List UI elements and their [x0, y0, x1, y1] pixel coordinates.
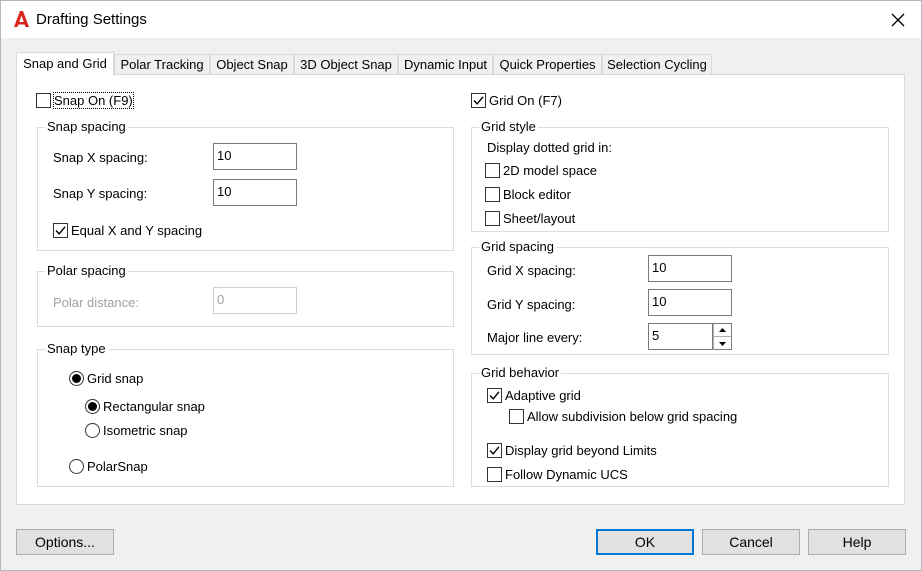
checkmark-icon: [489, 446, 500, 455]
grid-x-label: Grid X spacing:: [487, 263, 576, 278]
snap-spacing-title: Snap spacing: [45, 119, 128, 134]
spin-up-button[interactable]: [713, 324, 731, 337]
follow-dynamic-ucs-label: Follow Dynamic UCS: [505, 467, 628, 482]
grid-on-label: Grid On (F7): [489, 93, 562, 108]
snap-on-label: Snap On (F9): [53, 92, 134, 109]
model-space-checkbox[interactable]: 2D model space: [485, 163, 597, 178]
snap-x-label: Snap X spacing:: [53, 150, 148, 165]
equal-xy-checkbox-box: [53, 223, 68, 238]
model-space-checkbox-box: [485, 163, 500, 178]
rectangular-snap-label: Rectangular snap: [103, 399, 205, 414]
snap-on-checkbox-box: [36, 93, 51, 108]
window-title: Drafting Settings: [36, 11, 147, 28]
close-icon: [891, 13, 905, 27]
equal-xy-label: Equal X and Y spacing: [71, 223, 203, 238]
tab-quick-properties[interactable]: Quick Properties: [493, 54, 602, 75]
grid-on-checkbox[interactable]: Grid On (F7): [471, 93, 562, 108]
equal-xy-checkbox[interactable]: Equal X and Y spacing: [53, 223, 202, 238]
polarsnap-radio-circle: [69, 459, 84, 474]
major-line-spinner[interactable]: [713, 323, 732, 350]
snap-y-input[interactable]: 10: [213, 179, 297, 206]
block-editor-label: Block editor: [503, 187, 571, 202]
polarsnap-radio[interactable]: PolarSnap: [69, 459, 148, 474]
major-line-input[interactable]: 5: [648, 323, 713, 350]
grid-on-checkbox-box: [471, 93, 486, 108]
grid-behavior-group: Grid behavior Adaptive grid Allow subdiv…: [471, 365, 889, 487]
allow-subdivision-label: Allow subdivision below grid spacing: [527, 409, 738, 424]
tab-polar-tracking[interactable]: Polar Tracking: [114, 54, 210, 75]
block-editor-checkbox-box: [485, 187, 500, 202]
help-button[interactable]: Help: [808, 529, 906, 555]
grid-snap-radio[interactable]: Grid snap: [69, 371, 143, 386]
adaptive-grid-label: Adaptive grid: [505, 388, 581, 403]
polar-spacing-title: Polar spacing: [45, 263, 128, 278]
spin-down-button[interactable]: [713, 337, 731, 350]
tab-dynamic-input[interactable]: Dynamic Input: [398, 54, 493, 75]
grid-snap-label: Grid snap: [87, 371, 144, 386]
polar-distance-label: Polar distance:: [53, 295, 139, 310]
tab-panel-snap-and-grid: Snap On (F9) Snap spacing Snap X spacing…: [16, 74, 905, 505]
allow-subdivision-checkbox-box: [509, 409, 524, 424]
allow-subdivision-checkbox[interactable]: Allow subdivision below grid spacing: [509, 409, 737, 424]
model-space-label: 2D model space: [503, 163, 597, 178]
follow-dynamic-ucs-checkbox-box: [487, 467, 502, 482]
adaptive-grid-checkbox-box: [487, 388, 502, 403]
grid-style-group: Grid style Display dotted grid in: 2D mo…: [471, 119, 889, 232]
snap-type-group: Snap type Grid snap Rectangular snap Iso…: [37, 341, 454, 487]
major-line-label: Major line every:: [487, 330, 583, 345]
checkmark-icon: [489, 391, 500, 400]
snap-type-title: Snap type: [45, 341, 108, 356]
snap-spacing-group: Snap spacing Snap X spacing: 10 Snap Y s…: [37, 119, 454, 251]
close-button[interactable]: [885, 7, 911, 33]
isometric-snap-label: Isometric snap: [103, 423, 188, 438]
snap-on-checkbox[interactable]: Snap On (F9): [36, 92, 134, 109]
sheet-layout-checkbox-box: [485, 211, 500, 226]
tab-snap-and-grid[interactable]: Snap and Grid: [16, 52, 114, 76]
grid-y-label: Grid Y spacing:: [487, 297, 576, 312]
display-beyond-limits-checkbox-box: [487, 443, 502, 458]
rectangular-snap-radio-circle: [85, 399, 100, 414]
grid-spacing-title: Grid spacing: [479, 239, 556, 254]
tab-selection-cycling[interactable]: Selection Cycling: [602, 54, 712, 75]
grid-y-input[interactable]: 10: [648, 289, 732, 316]
tab-3d-object-snap[interactable]: 3D Object Snap: [294, 54, 398, 75]
checkmark-icon: [473, 96, 484, 105]
sheet-layout-checkbox[interactable]: Sheet/layout: [485, 211, 575, 226]
snap-x-input[interactable]: 10: [213, 143, 297, 170]
triangle-up-icon: [719, 328, 726, 332]
grid-x-input[interactable]: 10: [648, 255, 732, 282]
display-beyond-limits-checkbox[interactable]: Display grid beyond Limits: [487, 443, 657, 458]
polarsnap-label: PolarSnap: [87, 459, 148, 474]
grid-behavior-title: Grid behavior: [479, 365, 562, 380]
block-editor-checkbox[interactable]: Block editor: [485, 187, 571, 202]
rectangular-snap-radio[interactable]: Rectangular snap: [85, 399, 205, 414]
isometric-snap-radio-circle: [85, 423, 100, 438]
polar-distance-input[interactable]: 0: [213, 287, 297, 314]
checkmark-icon: [55, 226, 66, 235]
grid-snap-radio-circle: [69, 371, 84, 386]
display-beyond-limits-label: Display grid beyond Limits: [505, 443, 657, 458]
isometric-snap-radio[interactable]: Isometric snap: [85, 423, 188, 438]
adaptive-grid-checkbox[interactable]: Adaptive grid: [487, 388, 581, 403]
sheet-layout-label: Sheet/layout: [503, 211, 576, 226]
follow-dynamic-ucs-checkbox[interactable]: Follow Dynamic UCS: [487, 467, 628, 482]
triangle-down-icon: [719, 341, 726, 346]
autocad-logo-icon: [14, 11, 29, 27]
grid-spacing-group: Grid spacing Grid X spacing: 10 Grid Y s…: [471, 239, 889, 355]
ok-button[interactable]: OK: [596, 529, 694, 555]
polar-spacing-group: Polar spacing Polar distance: 0: [37, 263, 454, 327]
snap-y-label: Snap Y spacing:: [53, 186, 148, 201]
grid-style-title: Grid style: [479, 119, 538, 134]
cancel-button[interactable]: Cancel: [702, 529, 800, 555]
display-dotted-label: Display dotted grid in:: [487, 140, 613, 155]
tab-object-snap[interactable]: Object Snap: [210, 54, 294, 75]
title-bar: Drafting Settings: [0, 0, 922, 38]
options-button[interactable]: Options...: [16, 529, 114, 555]
